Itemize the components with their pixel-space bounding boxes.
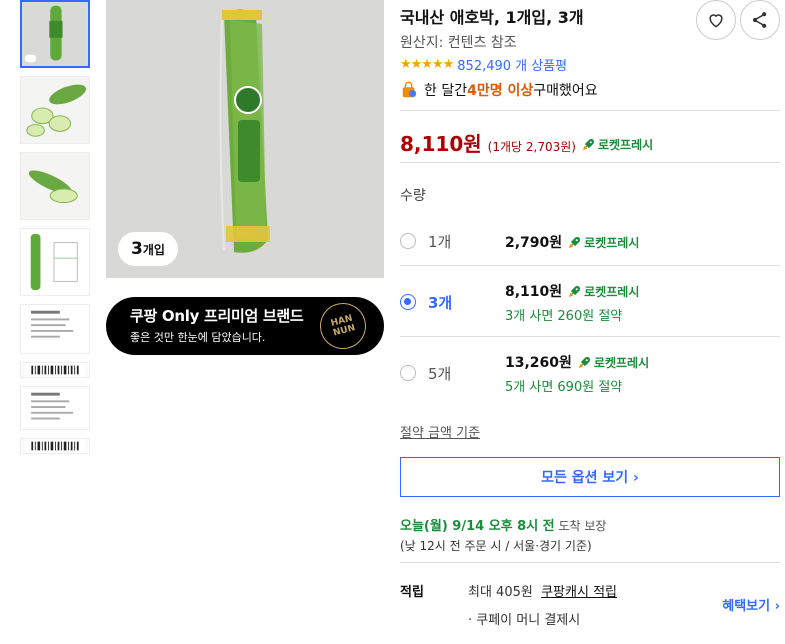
rocket-icon [569,286,581,298]
rewards-max-amount: 최대 405원 [468,585,533,600]
quantity-option-5[interactable]: 5개 13,260원 로켓프레시 5개 사면 690원 절약 [400,337,780,407]
thumbnail-product-pack[interactable] [20,0,90,68]
rocket-icon [569,237,581,249]
price-row: 8,110원 (1개당 2,703원) 로켓프레시 [400,128,653,157]
thumbnail-barcode-2[interactable] [20,438,90,454]
radio-button[interactable] [400,365,416,381]
rocket-fresh-badge: 로켓프레시 [582,136,653,153]
thumbnail-package-diagram[interactable] [20,228,90,296]
sale-price: 8,110원 [400,132,482,156]
option-price-row: 8,110원 로켓프레시 [505,281,639,301]
rocket-icon [582,139,594,151]
option-price: 2,790원 [505,235,563,251]
main-product-image[interactable]: 3 개입 [106,0,384,278]
delivery-suffix: 도착 보장 [554,519,607,533]
rocket-icon [578,357,590,369]
radio-button[interactable] [400,233,416,249]
thumbnail-sliced-zucchini[interactable] [20,76,90,144]
rocket-fresh-label: 로켓프레시 [584,235,640,250]
share-button[interactable] [740,0,780,40]
delivery-note: (낮 12시 전 주문 시 / 서울·경기 기준) [400,539,592,553]
rocket-fresh-badge: 로켓프레시 [568,234,639,251]
view-all-options-button[interactable]: 모든 옵션 보기 › [400,457,780,497]
rocket-fresh-badge: 로켓프레시 [568,283,639,300]
star-rating-icon: ★★★★★ [400,57,454,72]
review-count-link[interactable]: 852,490 개 상품평 [457,55,567,74]
product-origin: 원산지: 컨텐츠 참조 [400,35,517,51]
buyers-prefix: 한 달간 [424,83,468,99]
quantity-option-3[interactable]: 3개 8,110원 로켓프레시 3개 사면 260원 절약 [400,266,780,336]
divider [400,110,780,111]
rewards-max: 최대 405원 쿠팡캐시 적립 [468,581,617,600]
delivery-arrival: 오늘(월) 9/14 오후 8시 전 [400,519,555,534]
savings-criteria-link[interactable]: 절약 금액 기준 [400,422,480,441]
option-name: 5개 [428,365,452,383]
thumbnail-label-text[interactable] [20,304,90,354]
share-icon [752,12,767,28]
pack-count-unit: 개입 [142,242,165,257]
thumbnail-list [20,0,90,462]
divider [400,162,780,163]
radio-button-selected[interactable] [400,294,416,310]
option-savings: 3개 사면 260원 절약 [505,309,623,324]
option-price: 8,110원 [505,284,563,300]
delivery-guarantee: 오늘(월) 9/14 오후 8시 전 도착 보장 [400,515,606,534]
option-price-row: 2,790원 로켓프레시 [505,232,639,252]
option-name: 1개 [428,233,452,251]
product-title: 국내산 애호박, 1개입, 3개 [400,8,584,27]
pack-count-badge: 3 개입 [118,232,178,266]
rocket-fresh-label: 로켓프레시 [597,137,654,152]
option-price: 13,260원 [505,355,572,371]
rocket-fresh-label: 로켓프레시 [584,284,640,299]
rocket-fresh-label: 로켓프레시 [593,355,650,370]
rewards-label: 적립 [400,585,424,600]
rewards-pay-note: · 쿠페이 머니 결제시 [468,613,581,628]
divider [400,562,780,563]
unit-price: (1개당 2,703원) [487,140,576,154]
thumbnail-barcode[interactable] [20,362,90,378]
thumbnail-whole-zucchini[interactable] [20,152,90,220]
option-savings: 5개 사면 690원 절약 [505,380,623,395]
pack-count-number: 3 [131,239,143,259]
option-name: 3개 [428,294,453,312]
shopping-bag-icon [402,81,417,98]
heart-icon [709,14,723,28]
option-price-row: 13,260원 로켓프레시 [505,352,649,372]
brand-banner[interactable]: 쿠팡 Only 프리미엄 브랜드 좋은 것만 한눈에 담았습니다. HAN NU… [106,297,384,355]
rocket-fresh-badge: 로켓프레시 [578,354,649,371]
benefits-link[interactable]: 혜택보기 › [722,595,780,614]
thumbnail-label-text-2[interactable] [20,386,90,430]
quantity-label: 수량 [400,188,426,204]
wishlist-button[interactable] [696,0,736,40]
buyers-suffix: 구매했어요 [533,83,598,99]
quantity-option-1[interactable]: 1개 2,790원 로켓프레시 [400,217,780,267]
purchase-count-notice: 한 달간 4만명 이상 구매했어요 [400,80,598,100]
coupang-cash-link[interactable]: 쿠팡캐시 적립 [541,585,617,600]
buyers-highlight: 4만명 이상 [467,83,534,99]
product-rating[interactable]: ★★★★★ 852,490 개 상품평 [400,55,567,74]
